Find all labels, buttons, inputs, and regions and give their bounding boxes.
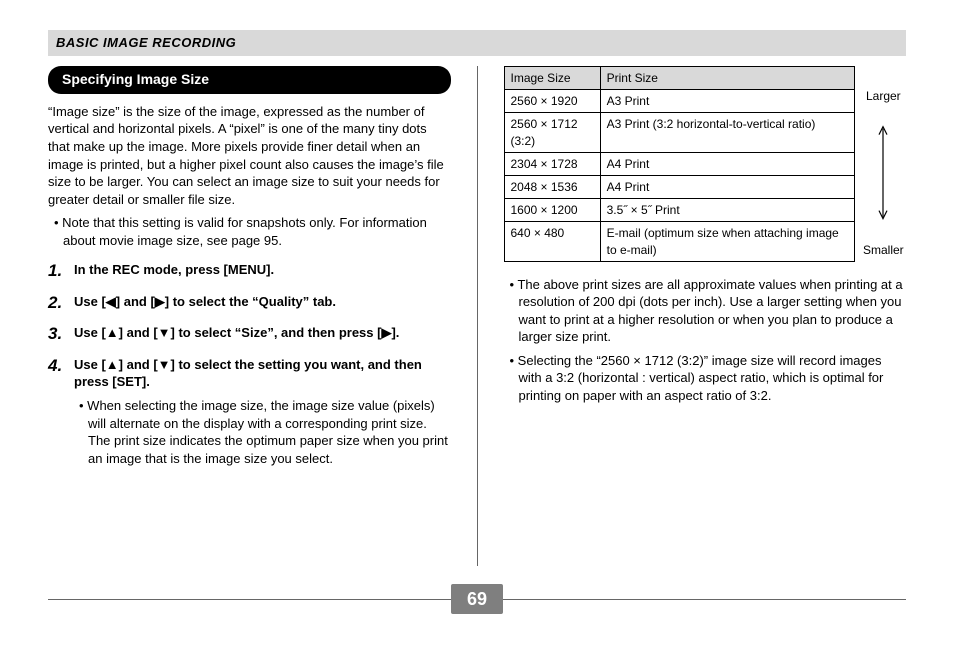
- left-column: Specifying Image Size “Image size” is th…: [48, 66, 451, 566]
- step-text: Use [▲] and [▼] to select the setting yo…: [74, 357, 422, 390]
- size-scale: Larger Smaller: [861, 66, 906, 262]
- page-header: BASIC IMAGE RECORDING: [48, 30, 906, 56]
- right-note: Selecting the “2560 × 1712 (3:2)” image …: [507, 352, 907, 405]
- table-cell: 2304 × 1728: [504, 152, 600, 175]
- table-cell: 1600 × 1200: [504, 199, 600, 222]
- page-number: 69: [451, 584, 503, 614]
- footer-rule: [503, 599, 906, 600]
- step-item: Use [◀] and [▶] to select the “Quality” …: [48, 293, 451, 311]
- table-cell: 640 × 480: [504, 222, 600, 261]
- column-divider: [477, 66, 478, 566]
- table-cell: 2560 × 1920: [504, 90, 600, 113]
- step-list: In the REC mode, press [MENU]. Use [◀] a…: [48, 261, 451, 467]
- intro-paragraph: “Image size” is the size of the image, e…: [48, 103, 451, 208]
- intro-note: Note that this setting is valid for snap…: [51, 214, 451, 249]
- table-cell: 3.5˝ × 5˝ Print: [600, 199, 854, 222]
- double-arrow-icon: [877, 104, 889, 241]
- section-title: Specifying Image Size: [48, 66, 451, 94]
- step-subnote: When selecting the image size, the image…: [74, 397, 451, 467]
- footer-rule: [48, 599, 451, 600]
- scale-bottom-label: Smaller: [863, 242, 904, 258]
- table-cell: A4 Print: [600, 175, 854, 198]
- table-head: Image Size: [504, 67, 600, 90]
- table-cell: A3 Print: [600, 90, 854, 113]
- image-size-table: Image Size Print Size 2560 × 1920A3 Prin…: [504, 66, 855, 262]
- step-text: In the REC mode, press [MENU].: [74, 262, 274, 277]
- table-cell: A3 Print (3:2 horizontal-to-vertical rat…: [600, 113, 854, 152]
- table-cell: 2048 × 1536: [504, 175, 600, 198]
- step-item: Use [▲] and [▼] to select the setting yo…: [48, 356, 451, 467]
- table-cell: A4 Print: [600, 152, 854, 175]
- table-cell: 2560 × 1712 (3:2): [504, 113, 600, 152]
- right-note: The above print sizes are all approximat…: [507, 276, 907, 346]
- table-head: Print Size: [600, 67, 854, 90]
- right-column: Image Size Print Size 2560 × 1920A3 Prin…: [504, 66, 907, 566]
- step-text: Use [◀] and [▶] to select the “Quality” …: [74, 294, 336, 309]
- step-text: Use [▲] and [▼] to select “Size”, and th…: [74, 325, 399, 340]
- step-item: In the REC mode, press [MENU].: [48, 261, 451, 279]
- table-cell: E-mail (optimum size when attaching imag…: [600, 222, 854, 261]
- page-footer: 69: [48, 582, 906, 616]
- step-item: Use [▲] and [▼] to select “Size”, and th…: [48, 324, 451, 342]
- scale-top-label: Larger: [866, 88, 901, 104]
